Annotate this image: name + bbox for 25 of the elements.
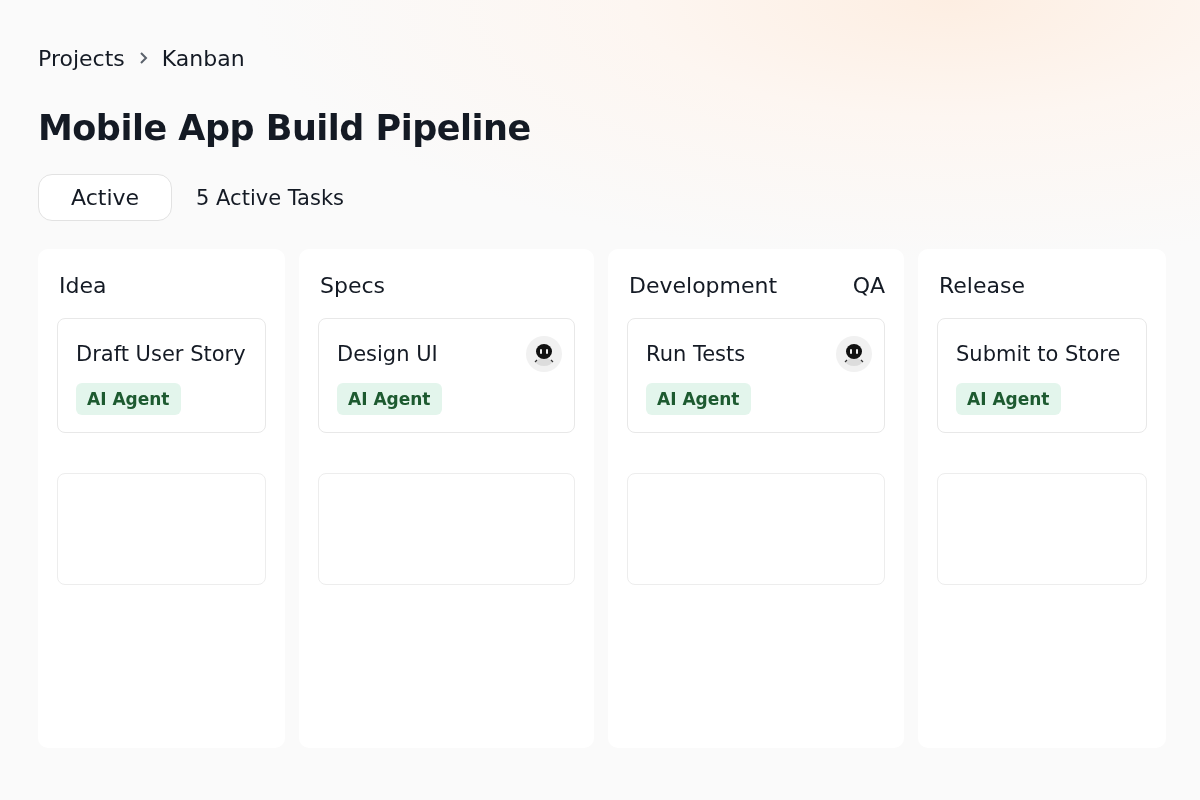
task-title: Submit to Store [956,342,1121,366]
breadcrumb-link[interactable]: Projects [38,45,125,71]
column-title: QA [852,273,885,298]
agent-tag: AI Agent [76,383,181,415]
column-title: Idea [59,273,107,298]
robot-avatar-icon [836,336,872,372]
agent-tag: AI Agent [956,383,1061,415]
agent-tag: AI Agent [646,383,751,415]
task-title: Draft User Story [76,342,246,366]
agent-tag: AI Agent [337,383,442,415]
task-card[interactable]: Draft User Story AI Agent [57,318,266,433]
column-title: Development [629,273,778,298]
column-title: Release [939,273,1025,298]
task-title: Run Tests [646,342,746,366]
task-card[interactable]: Design UI AI Agent [318,318,575,433]
task-title: Design UI [337,342,438,366]
breadcrumb-link[interactable]: Kanban [161,45,245,71]
task-count: 5 Active Tasks [196,185,344,210]
column-title: Specs [320,273,386,298]
chevron-right-icon [138,51,148,65]
robot-avatar-icon [526,336,562,372]
task-card[interactable]: Submit to Store AI Agent [937,318,1147,433]
status-filter[interactable]: Active [38,174,173,221]
task-card[interactable]: Run Tests AI Agent [627,318,885,433]
page-title: Mobile App Build Pipeline [38,108,532,148]
